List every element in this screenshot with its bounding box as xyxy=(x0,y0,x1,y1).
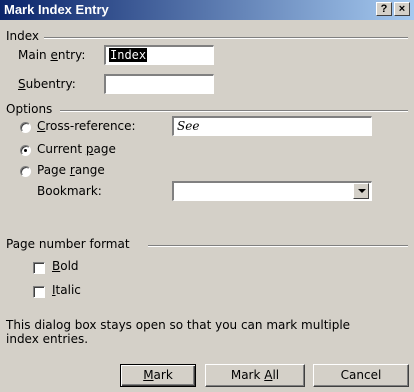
mark-button[interactable]: Mark xyxy=(120,364,196,387)
info-text: This dialog box stays open so that you c… xyxy=(6,318,351,346)
main-entry-input[interactable]: Index xyxy=(104,45,214,65)
page-number-format-group-label: Page number format xyxy=(6,237,130,251)
title-bar[interactable]: Mark Index Entry ? × xyxy=(0,0,414,20)
current-page-radio[interactable] xyxy=(20,145,31,156)
index-group-label: Index xyxy=(6,29,40,43)
bookmark-dropdown-arrow-icon[interactable] xyxy=(353,183,369,199)
options-group-label: Options xyxy=(6,102,53,116)
cross-reference-input[interactable]: See xyxy=(172,116,372,136)
mark-all-button[interactable]: Mark All xyxy=(205,364,305,387)
subentry-label: Subentry: xyxy=(18,77,76,91)
dialog-title: Mark Index Entry xyxy=(4,2,109,17)
subentry-input[interactable] xyxy=(104,74,214,94)
bold-label[interactable]: Bold xyxy=(52,259,79,273)
bookmark-label: Bookmark: xyxy=(37,184,102,198)
page-number-format-divider xyxy=(148,245,408,247)
main-entry-value: Index xyxy=(109,48,148,62)
italic-checkbox[interactable] xyxy=(33,286,45,298)
close-button[interactable]: × xyxy=(394,2,410,16)
bookmark-select[interactable] xyxy=(172,181,372,201)
bold-checkbox[interactable] xyxy=(33,262,45,274)
current-page-label[interactable]: Current page xyxy=(37,142,116,156)
cross-reference-radio[interactable] xyxy=(20,122,31,133)
options-group-divider xyxy=(60,110,408,112)
cross-reference-label[interactable]: Cross-reference: xyxy=(37,119,136,133)
page-range-label[interactable]: Page range xyxy=(37,163,105,177)
cancel-button[interactable]: Cancel xyxy=(313,364,409,387)
main-entry-label: Main entry: xyxy=(18,48,86,62)
index-group-divider xyxy=(44,37,408,39)
italic-label[interactable]: Italic xyxy=(52,283,81,297)
help-button[interactable]: ? xyxy=(376,2,392,16)
page-range-radio[interactable] xyxy=(20,166,31,177)
